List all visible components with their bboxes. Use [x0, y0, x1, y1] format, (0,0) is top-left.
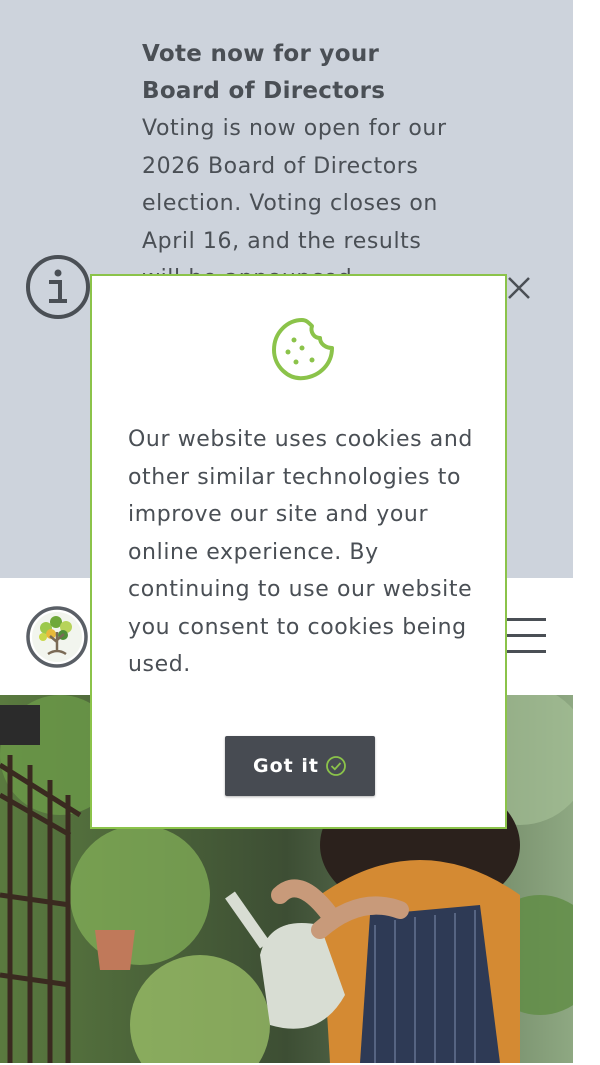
menu-line — [506, 650, 546, 653]
alert-body: Voting is now open for our 2026 Board of… — [142, 116, 447, 291]
hamburger-menu-icon[interactable] — [506, 618, 546, 654]
cookie-consent-modal: Our website uses cookies and other simil… — [90, 274, 507, 829]
check-circle-icon — [326, 756, 346, 776]
close-icon[interactable] — [505, 274, 533, 302]
page: Vote now for your Board of Directors Vot… — [0, 0, 600, 1065]
cookie-icon — [272, 318, 334, 381]
got-it-button[interactable]: Got it — [225, 736, 375, 796]
tree-logo[interactable] — [26, 606, 88, 668]
menu-line — [506, 618, 546, 621]
alert-title: Vote now for your Board of Directors — [142, 41, 386, 104]
menu-line — [506, 634, 546, 637]
info-icon — [26, 255, 90, 319]
alert-content: Vote now for your Board of Directors Vot… — [142, 36, 462, 295]
cookie-message: Our website uses cookies and other simil… — [128, 427, 473, 677]
got-it-label: Got it — [253, 755, 319, 777]
